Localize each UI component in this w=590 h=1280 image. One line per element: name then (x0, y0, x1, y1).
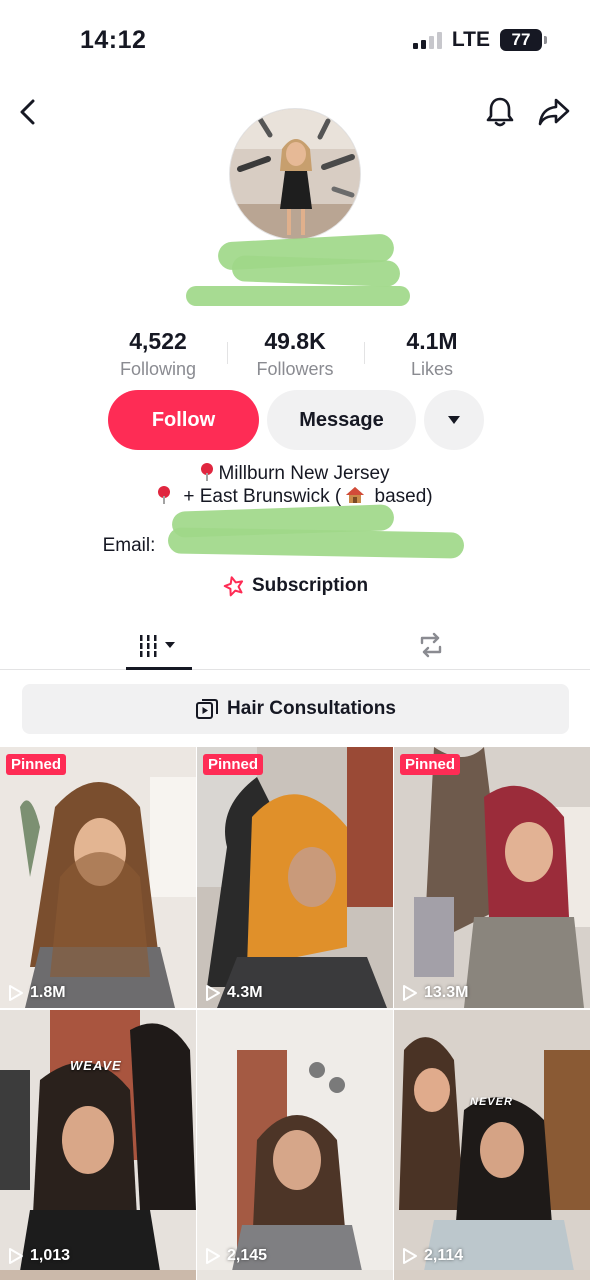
video-overlay-text: WEAVE (70, 1058, 122, 1073)
profile-actions: Follow Message (108, 390, 484, 450)
stat-likes-label: Likes (410, 359, 454, 379)
video-thumbnail (197, 1010, 393, 1271)
play-icon (403, 985, 417, 1001)
share-button[interactable] (532, 90, 576, 134)
message-button[interactable]: Message (267, 390, 416, 450)
bio-email-label: Email: (102, 535, 156, 556)
video-thumbnail (197, 747, 393, 1008)
view-count-value: 1,013 (30, 1247, 71, 1264)
video-tile-partial[interactable] (0, 1270, 196, 1280)
video-thumbnail (394, 1010, 590, 1271)
video-tile[interactable]: Pinned 13.3M (394, 747, 590, 1008)
video-grid: Pinned 1.8M Pinned 4.3M Pinned 13.3M WEA… (0, 747, 590, 1271)
view-count: 13.3M (402, 984, 468, 1002)
stat-following-label: Following (119, 359, 197, 379)
video-tile[interactable]: WEAVE 1,013 (0, 1010, 196, 1271)
video-tile-partial[interactable] (394, 1270, 590, 1280)
play-icon (206, 985, 220, 1001)
signal-icon (412, 31, 442, 49)
battery-icon: 77 (500, 29, 547, 51)
bio-area-prefix: + East Brunswick ( (183, 486, 342, 507)
play-icon (9, 1248, 23, 1264)
view-count-value: 2,114 (424, 1247, 464, 1264)
redacted-username (186, 286, 410, 306)
notifications-button[interactable] (478, 90, 522, 134)
pinned-badge: Pinned (400, 754, 461, 775)
profile-stats: 4,522 Following 49.8K Followers 4.1M Lik… (0, 328, 590, 380)
playlist-icon (196, 699, 219, 719)
view-count-value: 4.3M (227, 984, 263, 1001)
video-tile[interactable]: 2,145 (197, 1010, 393, 1271)
stat-likes[interactable]: 4.1M Likes (363, 328, 501, 380)
chevron-left-icon (20, 99, 35, 125)
bio-line-area: + East Brunswick ( based) (0, 485, 590, 508)
repost-icon (420, 632, 442, 658)
video-tile-partial[interactable] (197, 1270, 393, 1280)
pin-icon (200, 463, 214, 481)
video-tile[interactable]: Pinned 1.8M (0, 747, 196, 1008)
tab-reposts[interactable] (398, 620, 464, 670)
view-count: 4.3M (205, 984, 263, 1002)
status-bar: 14:12 LTE 77 (0, 0, 590, 80)
view-count: 2,145 (205, 1247, 267, 1265)
video-overlay-text: NEVER (470, 1096, 513, 1108)
subscription-label: Subscription (251, 575, 369, 596)
video-thumbnail (394, 747, 590, 1008)
bio-location-text: Millburn New Jersey (218, 463, 390, 484)
stat-followers-value: 49.8K (264, 328, 326, 354)
grid-icon (140, 635, 175, 657)
status-time: 14:12 (80, 26, 147, 54)
stat-following-value: 4,522 (129, 328, 187, 354)
view-count: 1.8M (8, 984, 66, 1002)
playlist-hair-consultations[interactable]: Hair Consultations (22, 684, 569, 734)
bio-line-location: Millburn New Jersey (0, 462, 590, 485)
status-indicators: LTE 77 (412, 28, 547, 52)
view-count-value: 2,145 (227, 1247, 268, 1264)
active-tab-indicator (126, 667, 192, 670)
pinned-badge: Pinned (203, 754, 264, 775)
view-count-value: 1.8M (30, 984, 66, 1001)
pinned-badge: Pinned (6, 754, 67, 775)
play-icon (9, 985, 23, 1001)
caret-down-icon (448, 416, 460, 424)
back-button[interactable] (6, 90, 50, 134)
stat-followers-label: Followers (256, 359, 334, 379)
play-icon (206, 1248, 220, 1264)
follow-button[interactable]: Follow (108, 390, 259, 450)
bell-icon (486, 97, 514, 127)
network-type: LTE (451, 28, 490, 51)
view-count: 2,114 (402, 1247, 463, 1265)
video-grid-next-row (0, 1270, 590, 1280)
video-thumbnail (0, 747, 196, 1008)
view-count: 1,013 (8, 1247, 70, 1265)
content-tabs (0, 620, 590, 670)
video-tile[interactable]: Pinned 4.3M (197, 747, 393, 1008)
subscription-link[interactable]: Subscription (0, 575, 590, 597)
stat-followers[interactable]: 49.8K Followers (226, 328, 364, 380)
house-icon (345, 486, 365, 504)
view-count-value: 13.3M (424, 984, 469, 1001)
stat-likes-value: 4.1M (406, 328, 458, 354)
video-tile[interactable]: NEVER 2,114 (394, 1010, 590, 1271)
share-icon (538, 98, 570, 126)
redacted-name-2 (231, 255, 401, 287)
tab-videos[interactable] (126, 620, 192, 670)
avatar[interactable] (229, 108, 361, 240)
more-suggestions-button[interactable] (424, 390, 484, 450)
video-thumbnail (0, 1010, 196, 1271)
redacted-email (167, 527, 465, 559)
stat-following[interactable]: 4,522 Following (90, 328, 227, 380)
play-icon (403, 1248, 417, 1264)
pin-icon (157, 486, 171, 504)
playlist-label: Hair Consultations (227, 698, 396, 719)
avatar-image (230, 109, 360, 239)
subscription-star-icon (223, 576, 244, 597)
